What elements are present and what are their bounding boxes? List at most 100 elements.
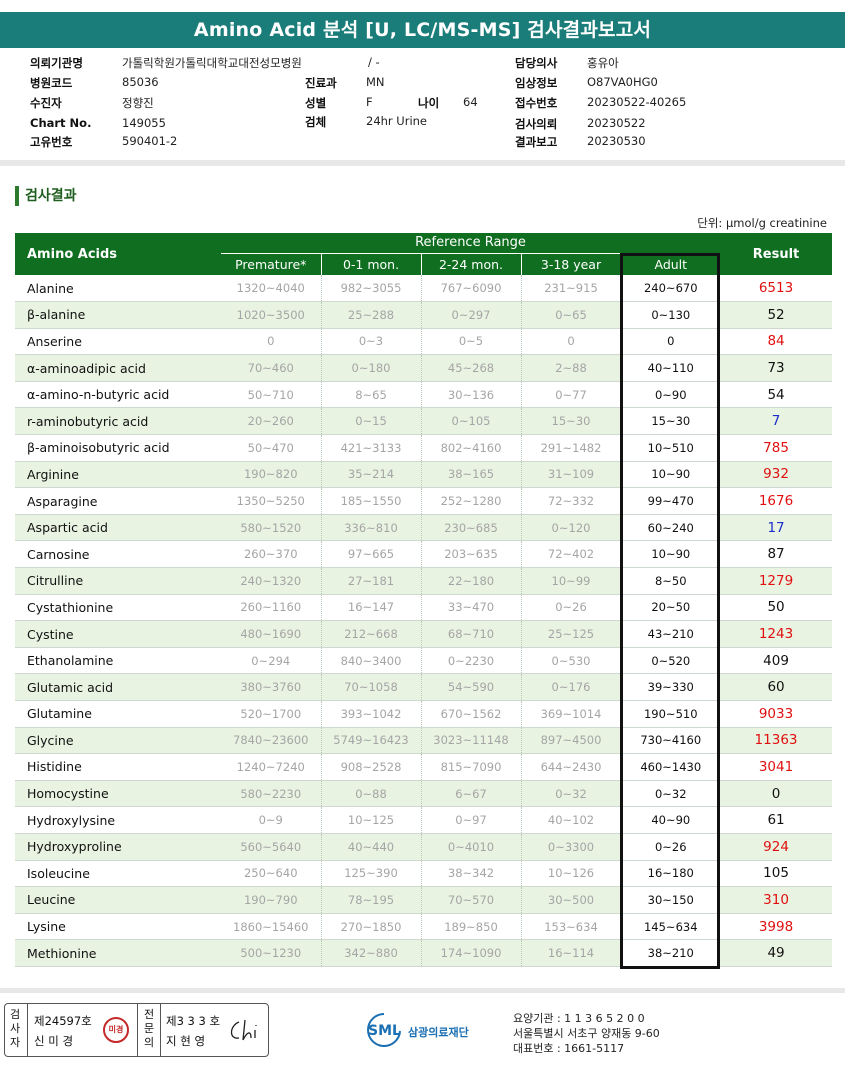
amino-acid-name: α-amino-n-butyric acid: [15, 381, 221, 409]
adult-reference-value: 8~50: [621, 567, 721, 595]
reference-value: 380~3760: [221, 673, 322, 701]
amino-acid-name: Arginine: [15, 461, 221, 489]
reference-value: 40~440: [321, 833, 422, 861]
reference-value: 815~7090: [421, 753, 522, 781]
reference-value: 480~1690: [221, 620, 322, 648]
test-request-value: 20230522: [587, 116, 646, 130]
tester-id: 제24597호: [34, 1014, 92, 1028]
reference-value: 190~820: [221, 461, 322, 489]
svg-text:삼광의료재단: 삼광의료재단: [408, 1025, 469, 1039]
reference-value: 25~125: [521, 620, 622, 648]
result-value: 924: [720, 833, 833, 861]
reference-value: 22~180: [421, 567, 522, 595]
unit-label: 단위: μmol/g creatinine: [697, 216, 827, 230]
patient-info: 의뢰기관명 가톨릭학원가톨릭대학교대전성모병원 / - 담당의사 홍유아 병원코…: [0, 55, 845, 155]
reference-value: 7840~23600: [221, 727, 322, 755]
table-row: r-aminobutyric acid 20~260 0~15 0~105 15~30 1…: [15, 407, 833, 436]
reference-value: 0~15: [321, 407, 422, 436]
reference-value: 0~180: [321, 354, 422, 382]
reference-value: 0~105: [421, 407, 522, 436]
reference-value: 0~120: [521, 514, 622, 542]
reference-value: 10~126: [521, 860, 622, 888]
result-value: 1243: [720, 620, 833, 648]
table-row: Ethanolamine 0~294 840~3400 0~2230 0~530 0~52…: [15, 647, 833, 675]
adult-reference-value: 0~32: [621, 780, 721, 808]
hospital-code-label: 병원코드: [30, 76, 73, 90]
result-report-label: 결과보고: [515, 135, 558, 149]
reference-value: 10~99: [521, 567, 622, 595]
reference-value: 580~1520: [221, 514, 322, 542]
table-row: Aspartic acid 580~1520 336~810 230~685 0~120…: [15, 514, 833, 542]
chart-no-label: Chart No.: [30, 116, 92, 130]
adult-reference-value: 190~510: [621, 700, 721, 728]
reference-value: 97~665: [321, 540, 422, 569]
table-row: Glycine 7840~23600 5749~16423 3023~11148 897…: [15, 727, 833, 755]
result-header: Result: [720, 233, 833, 275]
table-row: Histidine 1240~7240 908~2528 815~7090 644~24…: [15, 753, 833, 781]
reference-value: 20~260: [221, 407, 322, 436]
specialist-id: 제3 3 3 호: [166, 1014, 221, 1028]
reference-value: 10~125: [321, 806, 422, 834]
amino-acid-name: Methionine: [15, 939, 221, 967]
table-row: Hydroxylysine 0~9 10~125 0~97 40~102 40~90 61: [15, 806, 833, 834]
patient-value: 정향진: [122, 96, 154, 110]
results-body: Alanine 1320~4040 982~3055 767~6090 231~915 2…: [15, 275, 833, 967]
reference-value: 560~5640: [221, 833, 322, 861]
doctor-value: 홍유아: [587, 56, 619, 70]
adult-reference-value: 10~510: [621, 434, 721, 462]
clinical-info-value: O87VA0HG0: [587, 75, 658, 89]
adult-reference-value: 38~210: [621, 939, 721, 967]
sex-label: 성별: [305, 96, 327, 110]
table-row: Cystathionine 260~1160 16~147 33~470 0~26 20~…: [15, 594, 833, 622]
amino-acid-name: Hydroxylysine: [15, 806, 221, 834]
reference-value: 70~1058: [321, 673, 422, 701]
ward-value: / -: [368, 55, 380, 69]
amino-acid-name: β-alanine: [15, 301, 221, 329]
reference-value: 190~790: [221, 886, 322, 914]
reference-value: 0~32: [521, 780, 622, 808]
result-value: 785: [720, 434, 833, 462]
reference-value: 0~294: [221, 647, 322, 675]
reference-value: 203~635: [421, 540, 522, 569]
adult-reference-value: 15~30: [621, 407, 721, 436]
reference-value: 189~850: [421, 913, 522, 941]
table-row: Alanine 1320~4040 982~3055 767~6090 231~915 2…: [15, 275, 833, 303]
table-row: Homocystine 580~2230 0~88 6~67 0~32 0~32 0: [15, 780, 833, 808]
amino-acid-name: Glutamic acid: [15, 673, 221, 701]
reference-value: 70~570: [421, 886, 522, 914]
reference-value: 230~685: [421, 514, 522, 542]
result-value: 0: [720, 780, 833, 808]
adult-reference-value: 40~90: [621, 806, 721, 834]
adult-reference-value: 40~110: [621, 354, 721, 382]
reference-value: 270~1850: [321, 913, 422, 941]
reference-value: 30~500: [521, 886, 622, 914]
reference-value: 252~1280: [421, 487, 522, 515]
reference-value: 16~114: [521, 939, 622, 967]
table-row: Leucine 190~790 78~195 70~570 30~500 30~150 31…: [15, 886, 833, 914]
reference-value: 0~26: [521, 594, 622, 622]
amino-acid-name: Histidine: [15, 753, 221, 781]
reference-value: 153~634: [521, 913, 622, 941]
reference-value: 767~6090: [421, 275, 522, 303]
premature-header: Premature*: [221, 253, 322, 275]
reference-value: 0~176: [521, 673, 622, 701]
receipt-no-value: 20230522-40265: [587, 95, 687, 109]
result-value: 409: [720, 647, 833, 675]
reference-value: 45~268: [421, 354, 522, 382]
age-label: 나이: [418, 96, 440, 110]
adult-reference-value: 10~90: [621, 461, 721, 489]
adult-reference-value: 30~150: [621, 886, 721, 914]
adult-reference-value: 0: [621, 328, 721, 356]
adult-reference-value: 60~240: [621, 514, 721, 542]
reference-value: 260~1160: [221, 594, 322, 622]
reference-value: 0~88: [321, 780, 422, 808]
specialist-vertical-label: 전문의: [143, 1008, 155, 1049]
result-value: 9033: [720, 700, 833, 728]
adult-reference-value: 145~634: [621, 913, 721, 941]
reference-value: 54~590: [421, 673, 522, 701]
test-request-label: 검사의뢰: [515, 117, 558, 131]
reference-value: 78~195: [321, 886, 422, 914]
result-value: 50: [720, 594, 833, 622]
department-value: MN: [366, 75, 385, 89]
table-row: Anserine 0 0~3 0~5 0 0 84: [15, 328, 833, 356]
